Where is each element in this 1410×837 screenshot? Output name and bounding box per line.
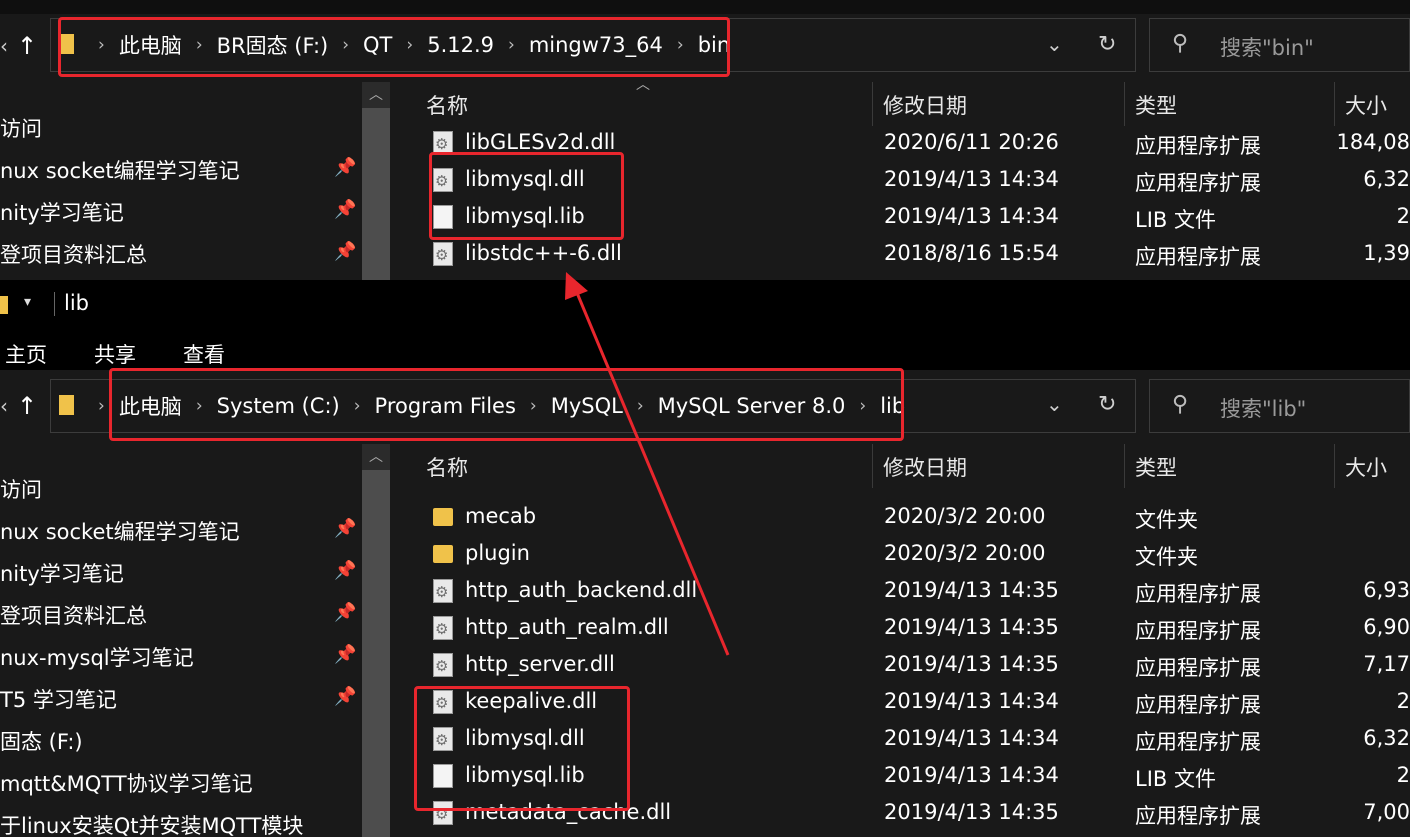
annotation-arrow [565,272,730,656]
arrow-head [565,272,588,300]
arrow-line [573,287,730,656]
